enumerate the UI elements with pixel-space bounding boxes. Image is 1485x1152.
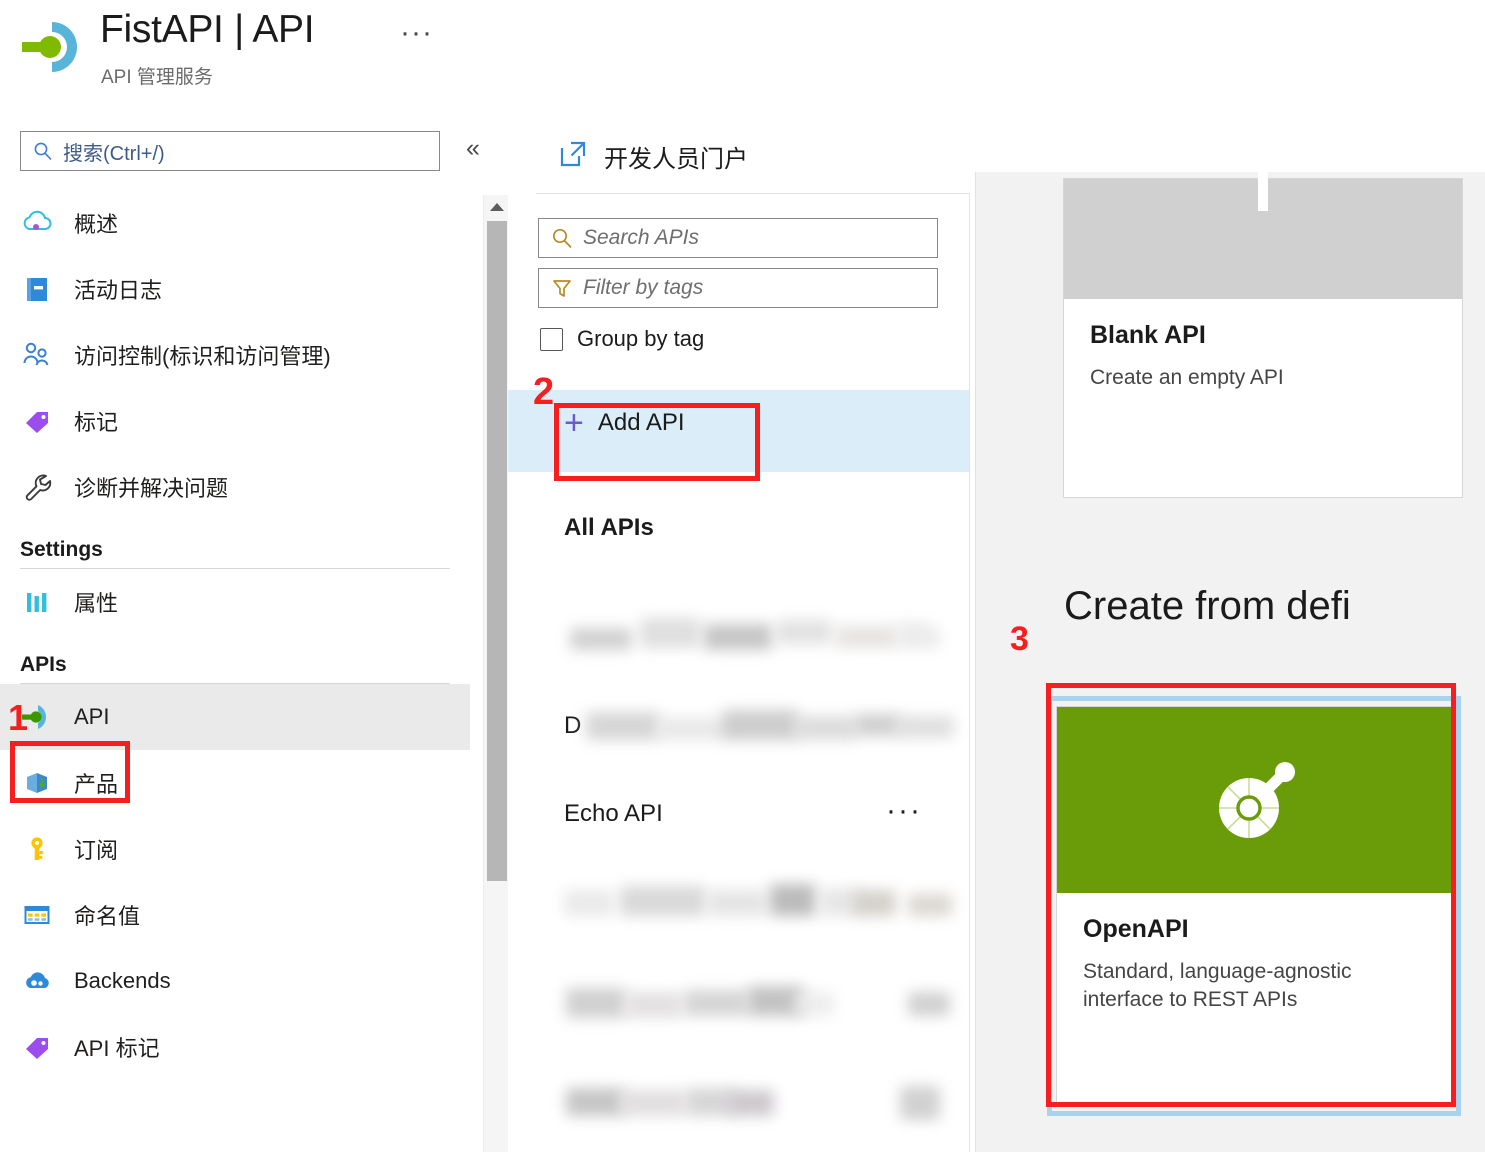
all-apis-heading: All APIs [564,514,654,542]
blank-api-card[interactable]: Blank API Create an empty API [1063,178,1463,498]
tag-icon [20,404,54,438]
add-api-label: Add API [598,409,685,437]
sidebar-item-properties[interactable]: 属性 [0,569,470,635]
sidebar-item-label: 概述 [74,207,118,239]
add-api-templates-panel: Blank API Create an empty API Create fro… [975,172,1485,1152]
list-item[interactable]: D [508,684,969,774]
list-item-more-button[interactable]: ··· [886,796,922,826]
sidebar-item-api[interactable]: API [0,684,470,750]
search-icon [551,227,573,249]
list-item[interactable] [508,594,969,684]
scrollbar-thumb[interactable] [487,221,507,881]
list-item-label: Echo API [564,800,663,828]
blank-api-card-title: Blank API [1090,321,1436,350]
sidebar-item-label: 诊断并解决问题 [74,471,228,503]
sidebar-item-label: 命名值 [74,899,140,931]
sidebar-nav: 概述 活动日志 访问控制(标识和访问管理) [0,190,470,1080]
sidebar-item-diagnose[interactable]: 诊断并解决问题 [0,454,470,520]
filter-by-tags-input[interactable]: Filter by tags [538,268,938,308]
collapse-sidebar-button[interactable]: « [466,136,480,161]
search-icon [33,141,53,161]
filter-by-tags-placeholder: Filter by tags [583,276,703,300]
sidebar-item-overview[interactable]: 概述 [0,190,470,256]
sidebar-item-label: API 标记 [74,1031,160,1063]
openapi-card[interactable]: OpenAPI Standard, language-agnostic inte… [1056,706,1452,1106]
external-link-icon [558,139,588,174]
sidebar-item-label: 产品 [74,767,118,799]
list-item[interactable] [508,964,969,1054]
list-item[interactable] [508,1064,969,1152]
list-item-label: D [564,712,581,740]
sidebar-search-placeholder: 搜索(Ctrl+/) [63,137,165,166]
openapi-card-cap [1057,707,1451,893]
blank-api-card-description: Create an empty API [1090,364,1436,392]
sidebar-item-tags[interactable]: 标记 [0,388,470,454]
annotation-number-2: 2 [533,373,554,411]
access-control-people-icon [20,338,54,372]
wrench-diagnose-icon [20,470,54,504]
group-by-tag-label: Group by tag [577,326,704,352]
annotation-number-1: 1 [8,700,28,736]
sidebar-item-label: 订阅 [74,833,118,865]
sidebar-item-subscriptions[interactable]: 订阅 [0,816,470,882]
create-from-definition-heading: Create from defi [1064,584,1351,629]
cloud-overview-icon [20,206,54,240]
named-values-table-icon [20,898,54,932]
openapi-card-description: Standard, language-agnostic interface to… [1083,958,1425,1015]
api-list-panel: Search APIs Filter by tags Group by tag … [508,194,970,1152]
group-by-tag-checkbox[interactable]: Group by tag [540,326,704,352]
backends-cloud-icon [20,964,54,998]
key-icon [20,832,54,866]
api-list-scrollbar[interactable] [483,195,509,1152]
plus-icon [1258,153,1268,211]
plus-icon: + [564,406,584,440]
sidebar-item-api-tags[interactable]: API 标记 [0,1014,470,1080]
sidebar-item-backends[interactable]: Backends [0,948,470,1014]
sidebar-item-label: 属性 [74,586,118,618]
add-api-button[interactable]: + Add API [564,406,685,440]
activity-log-book-icon [20,272,54,306]
search-apis-input[interactable]: Search APIs [538,218,938,258]
sidebar-item-label: API [74,704,109,730]
sidebar-search-input[interactable]: 搜索(Ctrl+/) [20,131,440,171]
sidebar-item-label: 活动日志 [74,273,162,305]
properties-bars-icon [20,585,54,619]
page-header: FistAPI | API ··· API 管理服务 [0,0,470,110]
sidebar-item-label: 标记 [74,405,118,437]
api-tag-icon [20,1030,54,1064]
product-box-icon [20,766,54,800]
api-management-logo-icon [18,16,84,78]
scroll-up-arrow-icon[interactable] [484,195,510,219]
sidebar-item-products[interactable]: 产品 [0,750,470,816]
header-more-button[interactable]: ··· [400,18,433,48]
sidebar-item-label: 访问控制(标识和访问管理) [74,339,331,371]
middle-toolbar: 开发人员门户 [508,120,970,192]
sidebar-group-apis: APIs [0,635,470,683]
openapi-logo-icon [1204,750,1304,850]
plus-icon-bar [1219,153,1307,161]
checkbox-box [540,328,563,351]
sidebar-item-label: Backends [74,968,171,994]
page-title: FistAPI | API [100,8,314,52]
list-item[interactable] [508,864,969,954]
search-apis-placeholder: Search APIs [583,226,699,250]
annotation-number-3: 3 [1010,622,1029,656]
sidebar-group-settings: Settings [0,520,470,568]
sidebar-item-activity-log[interactable]: 活动日志 [0,256,470,322]
list-item[interactable]: Echo API ··· [508,774,969,864]
developer-portal-label: 开发人员门户 [604,139,748,174]
developer-portal-button[interactable]: 开发人员门户 [558,139,748,174]
filter-funnel-icon [551,277,573,299]
sidebar-item-named-values[interactable]: 命名值 [0,882,470,948]
page-subtitle: API 管理服务 [101,62,213,89]
openapi-card-title: OpenAPI [1083,915,1425,944]
azure-api-management-page: FistAPI | API ··· API 管理服务 搜索(Ctrl+/) « … [0,0,1485,1152]
blank-api-card-cap [1064,179,1462,299]
sidebar-item-access-control[interactable]: 访问控制(标识和访问管理) [0,322,470,388]
